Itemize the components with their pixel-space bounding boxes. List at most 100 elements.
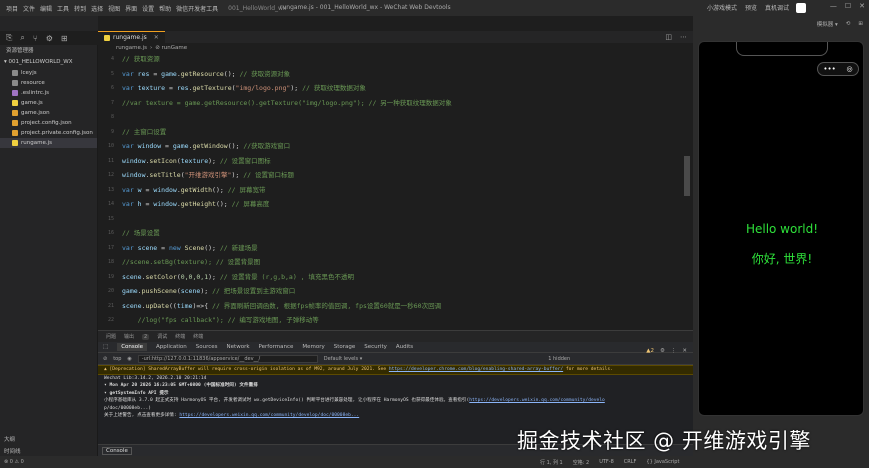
status-item[interactable]: CRLF xyxy=(624,459,637,466)
devtools-close-icon[interactable]: ✕ xyxy=(682,348,687,354)
close-tab-icon[interactable]: ✕ xyxy=(154,34,159,41)
minimize-icon[interactable]: — xyxy=(830,2,837,10)
code-text: //var texture = game.getResource().getTe… xyxy=(122,96,452,111)
code-token: (( xyxy=(168,301,177,310)
git-icon[interactable]: ⑂ xyxy=(33,34,38,43)
menu-item[interactable]: 视图 xyxy=(108,4,120,13)
code-token: window xyxy=(122,156,146,165)
file-tree-item[interactable]: .eslintrc.js xyxy=(0,88,97,98)
panel-tab[interactable]: 问题 xyxy=(106,333,116,340)
files-icon[interactable]: ⎘ xyxy=(6,33,12,43)
outline-section[interactable]: 大纲 xyxy=(4,435,15,443)
eye-icon[interactable]: ◉ xyxy=(127,356,131,362)
file-tree-item[interactable]: resource xyxy=(0,78,97,88)
clear-console-icon[interactable]: ⊘ xyxy=(103,356,107,362)
refresh-icon[interactable]: ⟲ xyxy=(846,21,851,27)
devtools-tab-application[interactable]: Application xyxy=(156,344,187,350)
status-item[interactable]: UTF-8 xyxy=(599,459,614,466)
more-dots-icon[interactable]: ••• xyxy=(823,65,835,73)
file-tree-item[interactable]: rungame.js xyxy=(0,138,97,148)
file-tree-item[interactable]: lceyjs xyxy=(0,68,97,78)
popout-icon[interactable]: ⊞ xyxy=(858,21,863,27)
code-token: ); xyxy=(208,272,220,281)
console-link[interactable]: https://developers.weixin.qq.com/communi… xyxy=(179,413,359,418)
timeline-section[interactable]: 时间线 xyxy=(4,447,21,455)
console-text: 小程序基础库从 3.7.0 起正式支持 HarmonyOS 平台, 开发者调试时… xyxy=(104,398,470,403)
search-icon[interactable]: ⌕ xyxy=(20,33,24,43)
code-text: scene.setColor(0,0,0,1); // 设置背景 (r,g,b,… xyxy=(122,270,354,285)
status-item[interactable]: 空格: 2 xyxy=(573,459,589,466)
tab-rungame[interactable]: rungame.js ✕ xyxy=(98,31,165,43)
panel-tab[interactable]: 终端 xyxy=(193,333,203,340)
devtools-tab-console[interactable]: Console xyxy=(117,343,148,351)
inspect-icon[interactable]: ⬚ xyxy=(103,344,108,350)
devtools-more-icon[interactable]: ⋮ xyxy=(671,348,677,354)
remote-debug-button[interactable]: 真机调试 xyxy=(765,3,789,12)
menu-item[interactable]: 帮助 xyxy=(159,4,171,13)
panel-tab[interactable]: 调试 xyxy=(157,333,167,340)
problems-status[interactable]: ⊗ 0 ⚠ 0 xyxy=(4,459,24,465)
status-item[interactable]: {} JavaScript xyxy=(646,459,679,466)
filter-input[interactable]: -url:http://127.0.0.1:11836/appservice/_… xyxy=(137,354,318,363)
game-mode-button[interactable]: 小游戏模式 xyxy=(707,3,737,12)
preview-button[interactable]: 预览 xyxy=(745,3,757,12)
file-tree-item[interactable]: game.js xyxy=(0,98,97,108)
devtools-tab-security[interactable]: Security xyxy=(364,344,387,350)
file-tree-item[interactable]: game.json xyxy=(0,108,97,118)
devtools-tab-storage[interactable]: Storage xyxy=(334,344,356,350)
window-title: rungame.js - 001_HelloWorld_wx - WeChat … xyxy=(280,4,451,11)
console-filter-bar: ⊘ top ◉ -url:http://127.0.0.1:11836/apps… xyxy=(98,353,693,365)
menu-item[interactable]: 设置 xyxy=(142,4,154,13)
warning-count[interactable]: ▲2 xyxy=(646,348,654,354)
context-select[interactable]: top xyxy=(113,356,121,362)
menu-item[interactable]: 界面 xyxy=(125,4,137,13)
devtools-tab-audits[interactable]: Audits xyxy=(396,344,413,350)
devtools-tab-performance[interactable]: Performance xyxy=(259,344,294,350)
hello-chinese: 你好, 世界! xyxy=(751,252,813,266)
console-link[interactable]: https://developers.weixin.qq.com/communi… xyxy=(469,398,605,403)
code-editor[interactable]: 4 // 获取资源 5 var res = game.getResource(); /… xyxy=(98,52,693,330)
console-message: 关于上述警告, 点击查看更多详情: https://developers.wei… xyxy=(98,412,693,420)
exit-icon[interactable]: ◎ xyxy=(847,65,853,73)
devtools-tab-network[interactable]: Network xyxy=(227,344,250,350)
project-root[interactable]: ▾ 001_HELLOWORLD_WX xyxy=(0,57,97,68)
file-icon xyxy=(12,130,18,136)
file-tree-item[interactable]: project.config.json xyxy=(0,118,97,128)
phone-notch xyxy=(736,42,828,56)
status-item[interactable]: 行 1, 列 1 xyxy=(540,459,563,466)
code-token: "img/logo.png" xyxy=(235,84,291,92)
maximize-icon[interactable]: ☐ xyxy=(845,2,851,10)
panel-tab[interactable]: 2 xyxy=(142,333,150,340)
menu-item[interactable]: 转到 xyxy=(74,4,86,13)
menu-item[interactable]: 选择 xyxy=(91,4,103,13)
settings-gear-icon[interactable]: ⚙ xyxy=(660,348,665,354)
drawer-console-tab[interactable]: Console xyxy=(102,446,132,455)
devtools-tab-sources[interactable]: Sources xyxy=(196,344,218,350)
debug-icon[interactable]: ⚙ xyxy=(46,34,53,43)
panel-tab[interactable]: 终端 xyxy=(175,333,185,340)
menu-item[interactable]: 项目 xyxy=(6,4,18,13)
menu-item[interactable]: 文件 xyxy=(23,4,35,13)
extensions-icon[interactable]: ⊞ xyxy=(61,34,68,43)
capsule-menu[interactable]: ••• ◎ xyxy=(817,62,859,76)
code-text: //scene.setBg(texture); // 设置背景图 xyxy=(122,255,260,270)
close-icon[interactable]: ✕ xyxy=(859,2,865,10)
panel-tab[interactable]: 输出 xyxy=(124,333,134,340)
code-line: 16 // 场景设置 xyxy=(98,226,693,241)
code-text: var texture = res.getTexture("img/logo.p… xyxy=(122,81,366,96)
devtools-tab-memory[interactable]: Memory xyxy=(302,344,324,350)
device-select[interactable]: 模拟器 ▾ xyxy=(817,20,838,28)
menu-item[interactable]: 编辑 xyxy=(40,4,52,13)
levels-select[interactable]: Default levels ▾ xyxy=(324,356,362,362)
code-token: setTitle xyxy=(149,171,181,179)
breadcrumb-symbol[interactable]: ⊘ runGame xyxy=(155,45,187,51)
split-editor-icon[interactable]: ◫ xyxy=(665,33,672,41)
file-tree-item[interactable]: project.private.config.json xyxy=(0,128,97,138)
console-link[interactable]: https://developer.chrome.com/blog/enabli… xyxy=(389,367,563,372)
breadcrumb-file[interactable]: rungame.js xyxy=(116,45,147,51)
menu-item[interactable]: 工具 xyxy=(57,4,69,13)
menu-item[interactable]: 微信开发者工具 xyxy=(176,4,218,13)
more-icon[interactable]: ⋯ xyxy=(680,33,687,41)
line-number: 14 xyxy=(107,201,114,207)
phone-screen[interactable]: ••• ◎ Hello world! 你好, 世界! xyxy=(698,41,864,416)
